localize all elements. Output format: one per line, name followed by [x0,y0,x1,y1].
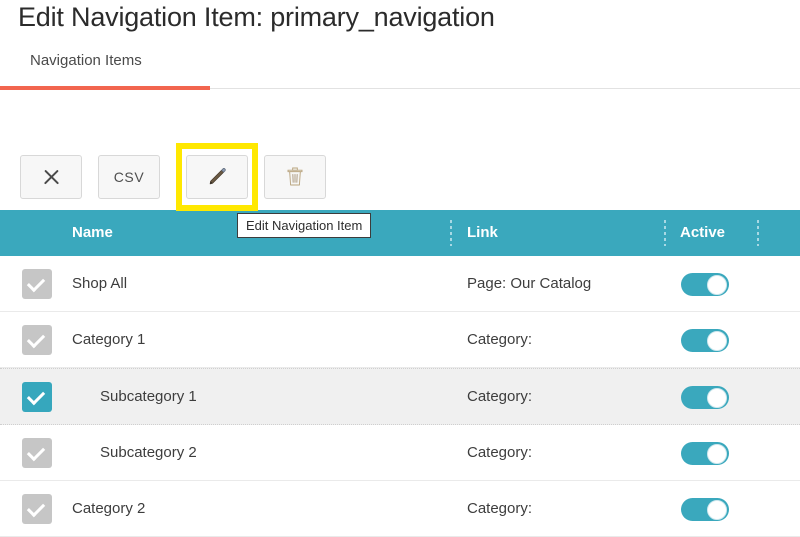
edit-navigation-item-page: Edit Navigation Item: primary_navigation… [0,0,800,531]
row-name: Subcategory 1 [100,369,197,424]
row-active-toggle[interactable] [681,273,729,296]
toggle-knob [707,275,727,295]
row-name: Category 2 [72,481,145,536]
row-name: Subcategory 2 [100,425,197,480]
toggle-knob [707,388,727,408]
edit-navigation-item-tooltip: Edit Navigation Item [237,213,371,238]
toggle-knob [707,331,727,351]
table-toolbar: CSV [0,155,800,203]
tab-bar: Navigation Items [0,52,800,90]
table-row[interactable]: Shop All Page: Our Catalog [0,256,800,312]
row-active-toggle[interactable] [681,386,729,409]
toggle-knob [707,500,727,520]
table-row[interactable]: Category 2 Category: [0,481,800,537]
row-checkbox[interactable] [22,438,52,468]
row-link: Category: [467,312,532,367]
row-link: Category: [467,369,532,424]
tab-bar-divider [210,88,800,89]
delete-button[interactable] [264,155,326,199]
trash-icon [285,166,305,188]
column-divider-active-left[interactable] [664,220,666,246]
tab-navigation-items[interactable]: Navigation Items [30,52,142,69]
row-checkbox[interactable] [22,269,52,299]
row-checkbox[interactable] [22,325,52,355]
row-active-toggle[interactable] [681,498,729,521]
row-link: Page: Our Catalog [467,256,591,311]
column-header-name[interactable]: Name [72,210,113,256]
row-checkbox[interactable] [22,494,52,524]
row-name: Category 1 [72,312,145,367]
column-header-active[interactable]: Active [680,210,725,256]
row-active-toggle[interactable] [681,442,729,465]
table-row[interactable]: Subcategory 1 Category: [0,368,800,425]
active-tab-indicator [0,86,210,90]
table-row[interactable]: Category 1 Category: [0,312,800,368]
pencil-icon [206,166,228,188]
csv-button-label: CSV [114,169,145,185]
column-divider-link[interactable] [450,220,452,246]
close-button[interactable] [20,155,82,199]
close-x-icon [42,168,61,187]
row-link: Category: [467,481,532,536]
row-name: Shop All [72,256,127,311]
column-divider-active-right[interactable] [757,220,759,246]
navigation-items-table: Name Link Active Shop All Page: Our Cata… [0,210,800,537]
table-row[interactable]: Subcategory 2 Category: [0,425,800,481]
table-header-row: Name Link Active [0,210,800,256]
edit-navigation-item-button[interactable] [186,155,248,199]
page-title: Edit Navigation Item: primary_navigation [18,0,495,34]
toggle-knob [707,444,727,464]
row-active-toggle[interactable] [681,329,729,352]
column-header-link[interactable]: Link [467,210,498,256]
row-link: Category: [467,425,532,480]
row-checkbox[interactable] [22,382,52,412]
csv-export-button[interactable]: CSV [98,155,160,199]
